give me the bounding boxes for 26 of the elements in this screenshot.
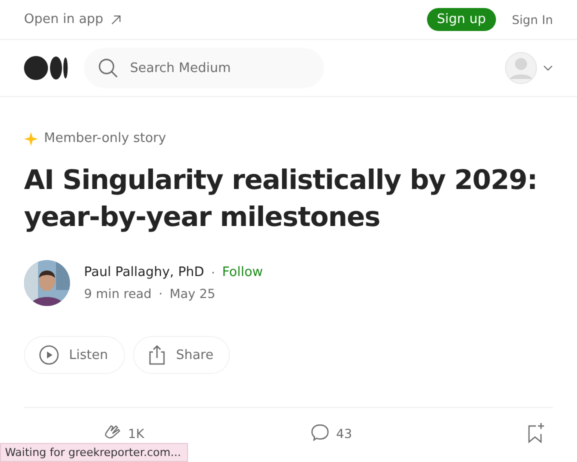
read-time: 9 min read: [84, 286, 152, 301]
search-icon: [98, 58, 118, 78]
comment-count: 43: [336, 426, 352, 440]
open-in-app-link[interactable]: Open in app: [24, 12, 122, 27]
play-icon: [39, 345, 59, 365]
article-title: AI Singularity realistically by 2029: year-by-year milestones: [24, 164, 538, 235]
separator-dot: ·: [211, 265, 216, 280]
listen-button[interactable]: Listen: [24, 336, 125, 374]
sign-up-button[interactable]: Sign up: [426, 8, 496, 31]
author-name[interactable]: Paul Pallaghy, PhD: [84, 265, 204, 280]
chevron-down-icon[interactable]: [543, 65, 553, 71]
search-field[interactable]: Search Medium: [84, 48, 324, 88]
comment-icon[interactable]: [310, 423, 330, 443]
logo-icon[interactable]: [24, 56, 68, 80]
separator-dot: ·: [158, 286, 163, 301]
follow-link[interactable]: Follow: [222, 265, 263, 280]
publish-date: May 25: [170, 286, 216, 301]
sign-in-link[interactable]: Sign In: [512, 12, 553, 26]
sparkle-icon: [24, 132, 38, 146]
share-icon: [148, 345, 166, 365]
clap-count: 1K: [128, 426, 144, 440]
status-bar: Waiting for greekreporter.com...: [0, 443, 188, 462]
bookmark-add-icon[interactable]: [526, 422, 546, 444]
share-button[interactable]: Share: [132, 336, 230, 374]
member-only-label: Member-only story: [44, 131, 166, 146]
arrow-icon: [111, 14, 122, 24]
